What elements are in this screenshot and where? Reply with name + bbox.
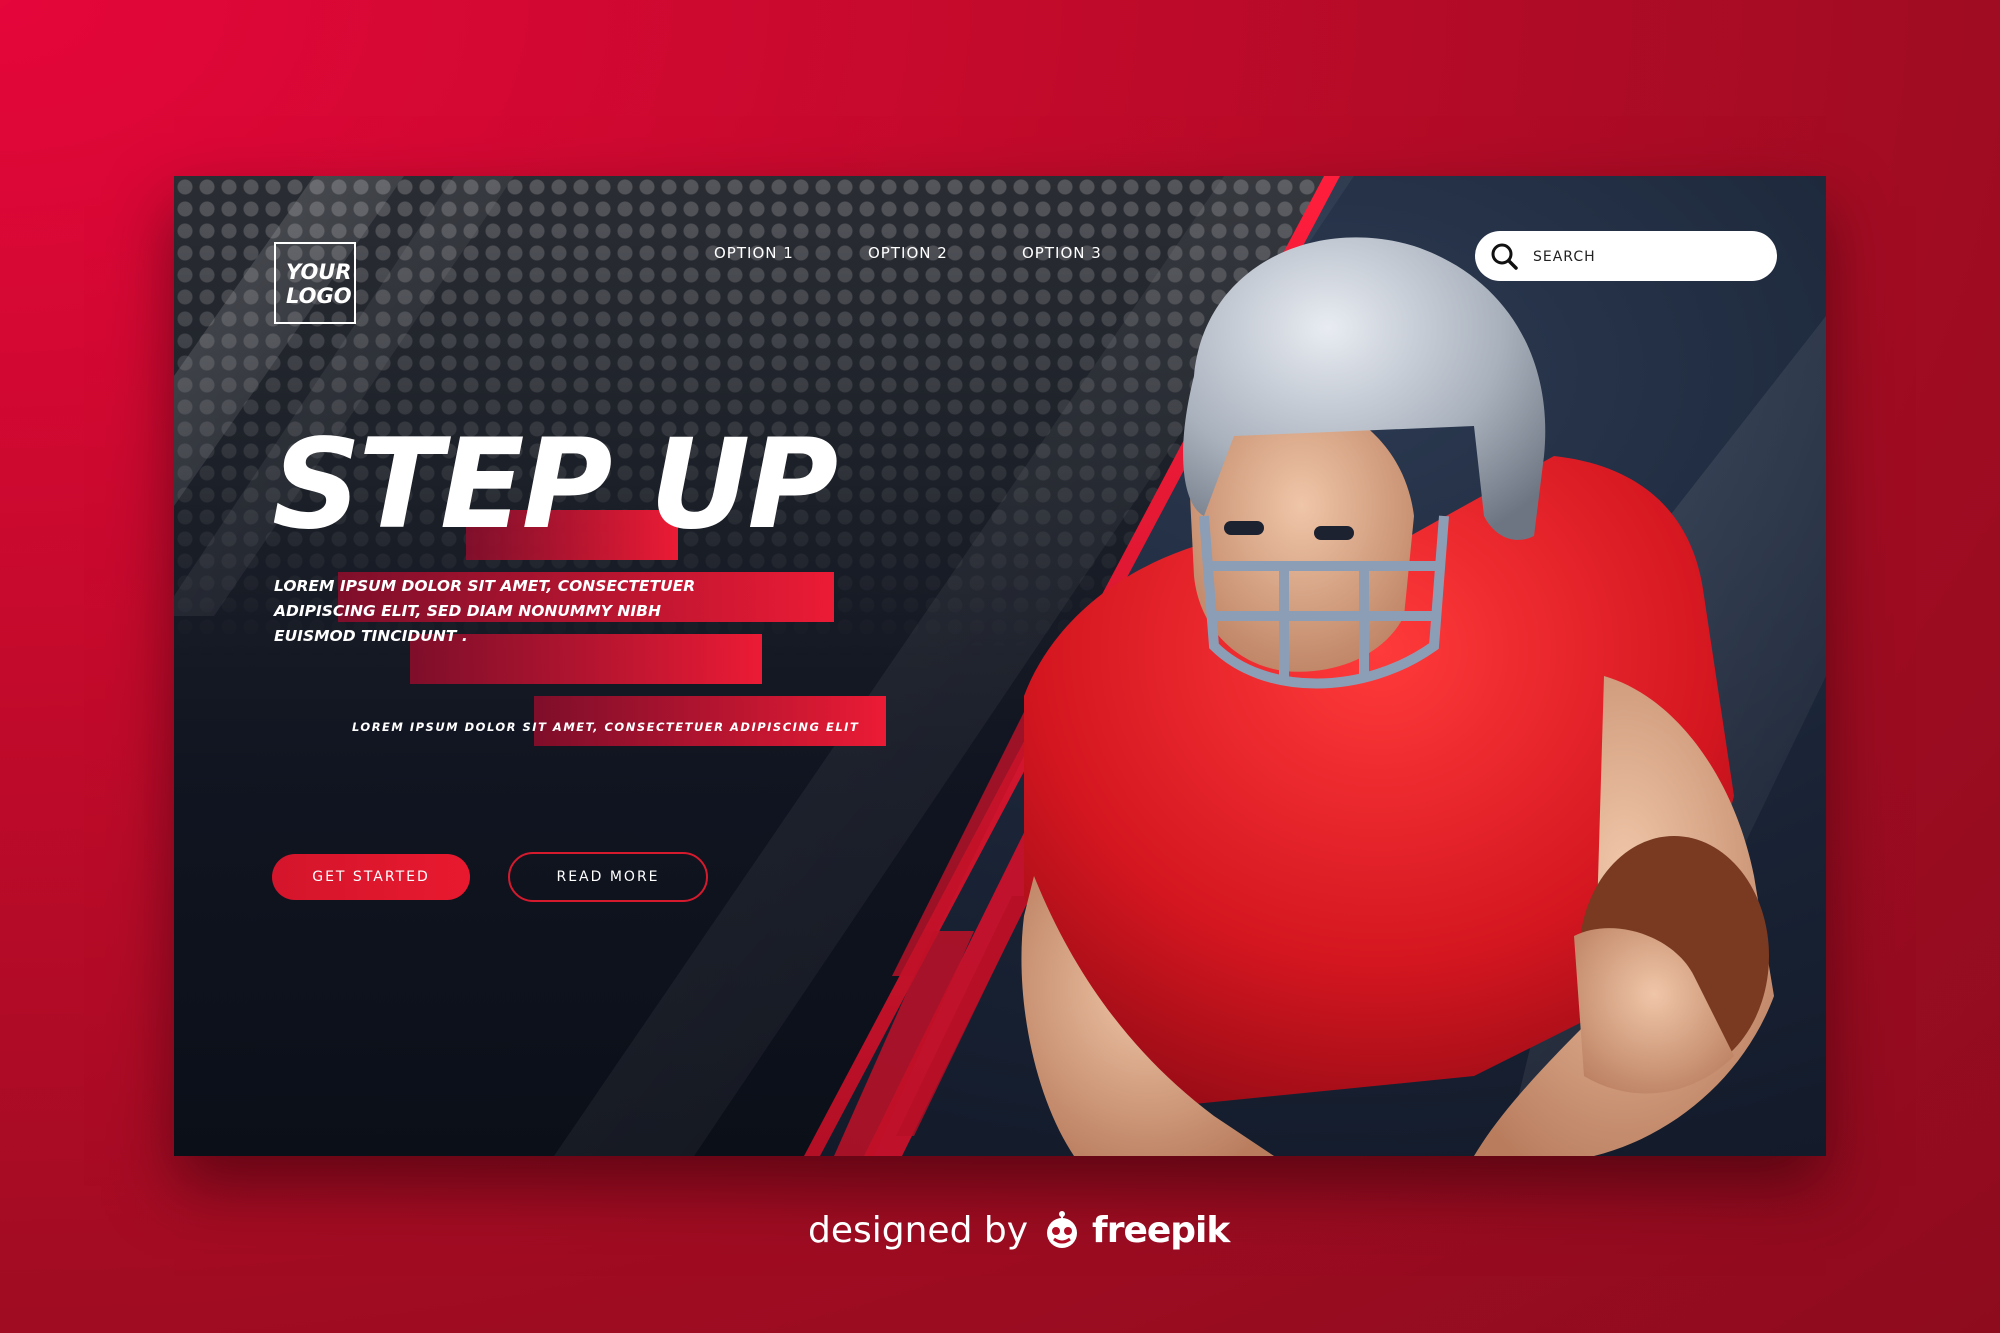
nav-option-1[interactable]: OPTION 1: [714, 244, 868, 262]
hero-description: LOREM IPSUM DOLOR SIT AMET, CONSECTETUER…: [274, 577, 696, 645]
designer-credit: designed by freepik: [808, 1208, 1230, 1252]
nav-option-2[interactable]: OPTION 2: [868, 244, 1022, 262]
football-player-image: [1021, 237, 1774, 1156]
landing-page-card: YOUR LOGO OPTION 1 OPTION 2 OPTION 3 STE…: [174, 176, 1826, 1156]
hero-headline: STEP UP: [272, 413, 838, 557]
nav-option-3[interactable]: OPTION 3: [1022, 244, 1176, 262]
read-more-button[interactable]: READ MORE: [508, 852, 708, 902]
freepik-mascot-icon: [1047, 1211, 1078, 1248]
credit-brand: freepik: [1092, 1209, 1230, 1251]
logo[interactable]: YOUR LOGO: [274, 242, 356, 324]
search-bar[interactable]: [1475, 231, 1777, 281]
hero-tagline: LOREM IPSUM DOLOR SIT AMET, CONSECTETUER…: [352, 720, 860, 734]
get-started-button[interactable]: GET STARTED: [272, 854, 470, 900]
main-nav: OPTION 1 OPTION 2 OPTION 3: [714, 244, 1176, 262]
credit-prefix: designed by: [808, 1209, 1029, 1251]
search-icon[interactable]: [1489, 241, 1519, 271]
eye-black: [1224, 521, 1264, 535]
search-input[interactable]: [1531, 245, 1755, 269]
eye-black: [1314, 526, 1354, 540]
